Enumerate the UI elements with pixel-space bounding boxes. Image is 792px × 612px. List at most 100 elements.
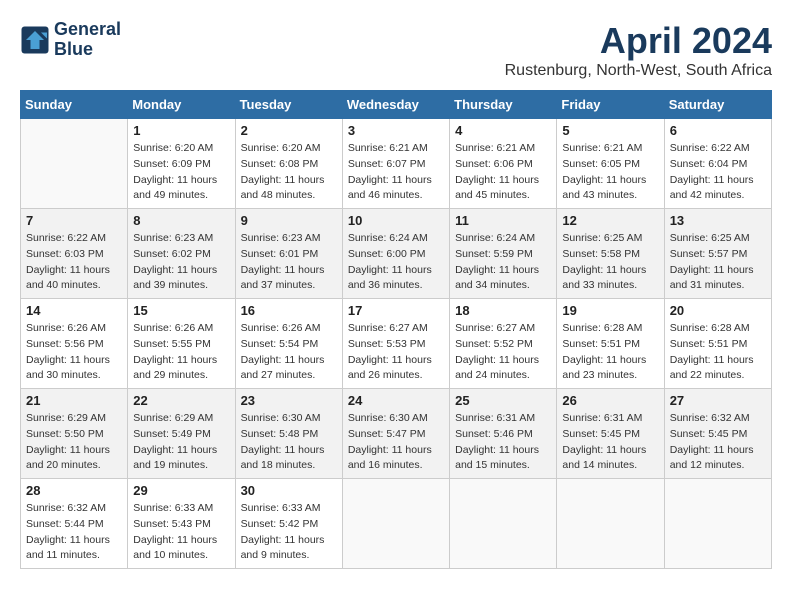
day-number: 24: [348, 393, 444, 408]
calendar-week-row: 7 Sunrise: 6:22 AMSunset: 6:03 PMDaylight…: [21, 209, 772, 299]
logo-line2: Blue: [54, 40, 121, 60]
calendar-cell: 6 Sunrise: 6:22 AMSunset: 6:04 PMDaylight…: [664, 119, 771, 209]
day-number: 23: [241, 393, 337, 408]
title-block: April 2024 Rustenburg, North-West, South…: [505, 20, 772, 80]
day-info: Sunrise: 6:32 AMSunset: 5:45 PMDaylight:…: [670, 411, 766, 474]
day-info: Sunrise: 6:26 AMSunset: 5:56 PMDaylight:…: [26, 321, 122, 384]
day-info: Sunrise: 6:27 AMSunset: 5:53 PMDaylight:…: [348, 321, 444, 384]
day-number: 3: [348, 123, 444, 138]
day-number: 29: [133, 483, 229, 498]
calendar-cell: [557, 479, 664, 569]
calendar-cell: 20Sunrise: 6:28 AMSunset: 5:51 PMDayligh…: [664, 299, 771, 389]
calendar-cell: 23Sunrise: 6:30 AMSunset: 5:48 PMDayligh…: [235, 389, 342, 479]
weekday-header-friday: Friday: [557, 91, 664, 119]
page-header: General Blue April 2024 Rustenburg, Nort…: [20, 20, 772, 80]
day-info: Sunrise: 6:28 AMSunset: 5:51 PMDaylight:…: [562, 321, 658, 384]
day-info: Sunrise: 6:33 AMSunset: 5:43 PMDaylight:…: [133, 501, 229, 564]
calendar-cell: 24Sunrise: 6:30 AMSunset: 5:47 PMDayligh…: [342, 389, 449, 479]
day-info: Sunrise: 6:24 AMSunset: 5:59 PMDaylight:…: [455, 231, 551, 294]
calendar-cell: 8Sunrise: 6:23 AMSunset: 6:02 PMDaylight…: [128, 209, 235, 299]
calendar-cell: 10 Sunrise: 6:24 AMSunset: 6:00 PMDayligh…: [342, 209, 449, 299]
day-number: 27: [670, 393, 766, 408]
calendar-cell: 25 Sunrise: 6:31 AMSunset: 5:46 PMDayligh…: [450, 389, 557, 479]
day-info: Sunrise: 6:25 AMSunset: 5:58 PMDaylight:…: [562, 231, 658, 294]
calendar-cell: 11 Sunrise: 6:24 AMSunset: 5:59 PMDayligh…: [450, 209, 557, 299]
day-number: 26: [562, 393, 658, 408]
logo: General Blue: [20, 20, 121, 60]
weekday-header-wednesday: Wednesday: [342, 91, 449, 119]
day-info: Sunrise: 6:29 AMSunset: 5:49 PMDaylight:…: [133, 411, 229, 474]
day-info: Sunrise: 6:24 AMSunset: 6:00 PMDaylight:…: [348, 231, 444, 294]
calendar-cell: [664, 479, 771, 569]
calendar-cell: 22 Sunrise: 6:29 AMSunset: 5:49 PMDayligh…: [128, 389, 235, 479]
day-number: 16: [241, 303, 337, 318]
day-info: Sunrise: 6:26 AMSunset: 5:55 PMDaylight:…: [133, 321, 229, 384]
calendar-cell: 18Sunrise: 6:27 AMSunset: 5:52 PMDayligh…: [450, 299, 557, 389]
calendar-cell: 27 Sunrise: 6:32 AMSunset: 5:45 PMDayligh…: [664, 389, 771, 479]
day-number: 19: [562, 303, 658, 318]
calendar-cell: 5Sunrise: 6:21 AMSunset: 6:05 PMDaylight…: [557, 119, 664, 209]
day-number: 15: [133, 303, 229, 318]
day-number: 7: [26, 213, 122, 228]
weekday-header-thursday: Thursday: [450, 91, 557, 119]
day-info: Sunrise: 6:32 AMSunset: 5:44 PMDaylight:…: [26, 501, 122, 564]
calendar-cell: 4Sunrise: 6:21 AMSunset: 6:06 PMDaylight…: [450, 119, 557, 209]
calendar-cell: 3 Sunrise: 6:21 AMSunset: 6:07 PMDaylight…: [342, 119, 449, 209]
day-number: 10: [348, 213, 444, 228]
day-info: Sunrise: 6:20 AMSunset: 6:08 PMDaylight:…: [241, 141, 337, 204]
day-number: 11: [455, 213, 551, 228]
calendar-cell: 2Sunrise: 6:20 AMSunset: 6:08 PMDaylight…: [235, 119, 342, 209]
calendar-cell: [450, 479, 557, 569]
calendar-cell: 14 Sunrise: 6:26 AMSunset: 5:56 PMDayligh…: [21, 299, 128, 389]
day-number: 13: [670, 213, 766, 228]
day-number: 17: [348, 303, 444, 318]
calendar-cell: 9Sunrise: 6:23 AMSunset: 6:01 PMDaylight…: [235, 209, 342, 299]
weekday-header-saturday: Saturday: [664, 91, 771, 119]
day-number: 14: [26, 303, 122, 318]
calendar-cell: 16 Sunrise: 6:26 AMSunset: 5:54 PMDayligh…: [235, 299, 342, 389]
day-info: Sunrise: 6:25 AMSunset: 5:57 PMDaylight:…: [670, 231, 766, 294]
day-info: Sunrise: 6:26 AMSunset: 5:54 PMDaylight:…: [241, 321, 337, 384]
day-number: 20: [670, 303, 766, 318]
day-number: 12: [562, 213, 658, 228]
calendar-cell: 17 Sunrise: 6:27 AMSunset: 5:53 PMDayligh…: [342, 299, 449, 389]
day-info: Sunrise: 6:20 AMSunset: 6:09 PMDaylight:…: [133, 141, 229, 204]
day-info: Sunrise: 6:21 AMSunset: 6:06 PMDaylight:…: [455, 141, 551, 204]
calendar-cell: 21 Sunrise: 6:29 AMSunset: 5:50 PMDayligh…: [21, 389, 128, 479]
day-info: Sunrise: 6:27 AMSunset: 5:52 PMDaylight:…: [455, 321, 551, 384]
day-number: 6: [670, 123, 766, 138]
day-number: 30: [241, 483, 337, 498]
calendar-cell: [342, 479, 449, 569]
day-number: 22: [133, 393, 229, 408]
calendar-cell: 15 Sunrise: 6:26 AMSunset: 5:55 PMDayligh…: [128, 299, 235, 389]
calendar-cell: 19 Sunrise: 6:28 AMSunset: 5:51 PMDayligh…: [557, 299, 664, 389]
day-info: Sunrise: 6:31 AMSunset: 5:45 PMDaylight:…: [562, 411, 658, 474]
month-title: April 2024: [505, 20, 772, 62]
calendar-cell: 26 Sunrise: 6:31 AMSunset: 5:45 PMDayligh…: [557, 389, 664, 479]
day-info: Sunrise: 6:22 AMSunset: 6:03 PMDaylight:…: [26, 231, 122, 294]
day-info: Sunrise: 6:21 AMSunset: 6:05 PMDaylight:…: [562, 141, 658, 204]
day-info: Sunrise: 6:29 AMSunset: 5:50 PMDaylight:…: [26, 411, 122, 474]
calendar-week-row: 1Sunrise: 6:20 AMSunset: 6:09 PMDaylight…: [21, 119, 772, 209]
day-info: Sunrise: 6:33 AMSunset: 5:42 PMDaylight:…: [241, 501, 337, 564]
calendar-cell: 13 Sunrise: 6:25 AMSunset: 5:57 PMDayligh…: [664, 209, 771, 299]
calendar-cell: [21, 119, 128, 209]
logo-line1: General: [54, 20, 121, 40]
day-info: Sunrise: 6:22 AMSunset: 6:04 PMDaylight:…: [670, 141, 766, 204]
day-number: 25: [455, 393, 551, 408]
calendar-week-row: 28Sunrise: 6:32 AMSunset: 5:44 PMDayligh…: [21, 479, 772, 569]
weekday-header-monday: Monday: [128, 91, 235, 119]
day-number: 8: [133, 213, 229, 228]
calendar-week-row: 14 Sunrise: 6:26 AMSunset: 5:56 PMDayligh…: [21, 299, 772, 389]
location-title: Rustenburg, North-West, South Africa: [505, 62, 772, 80]
day-info: Sunrise: 6:21 AMSunset: 6:07 PMDaylight:…: [348, 141, 444, 204]
calendar-cell: 7 Sunrise: 6:22 AMSunset: 6:03 PMDaylight…: [21, 209, 128, 299]
logo-icon: [20, 25, 50, 55]
day-number: 9: [241, 213, 337, 228]
calendar-cell: 30 Sunrise: 6:33 AMSunset: 5:42 PMDayligh…: [235, 479, 342, 569]
day-number: 21: [26, 393, 122, 408]
weekday-header-row: SundayMondayTuesdayWednesdayThursdayFrid…: [21, 91, 772, 119]
calendar-table: SundayMondayTuesdayWednesdayThursdayFrid…: [20, 90, 772, 569]
day-info: Sunrise: 6:31 AMSunset: 5:46 PMDaylight:…: [455, 411, 551, 474]
weekday-header-tuesday: Tuesday: [235, 91, 342, 119]
